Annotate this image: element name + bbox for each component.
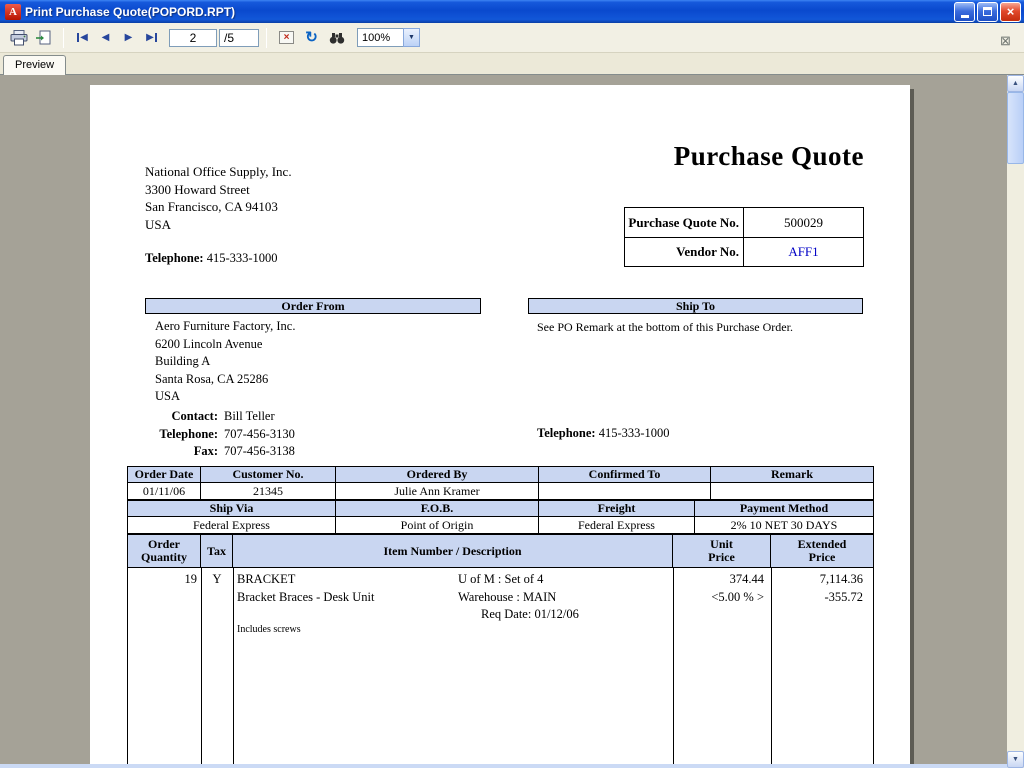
- printer-icon: [10, 30, 28, 46]
- export-button[interactable]: [31, 26, 56, 50]
- chevron-down-icon: ▼: [408, 34, 415, 41]
- item-uofm: U of M : Set of 4: [458, 572, 543, 587]
- export-icon: [35, 30, 52, 46]
- next-page-icon: ▶: [125, 33, 133, 43]
- item-req-date: Req Date: 01/12/06: [481, 607, 579, 622]
- order-from-address: Aero Furniture Factory, Inc. 6200 Lincol…: [155, 318, 295, 406]
- close-button[interactable]: ×: [1000, 2, 1021, 22]
- nav-first-button[interactable]: ◀: [71, 27, 94, 49]
- vendor-number-value: AFF1: [744, 238, 863, 266]
- quote-number-row: Purchase Quote No. 500029: [625, 208, 863, 237]
- nav-next-button[interactable]: ▶: [117, 27, 140, 49]
- quote-number-value: 500029: [744, 208, 863, 237]
- zoom-select[interactable]: 100% ▼: [357, 28, 420, 47]
- scrollbar-thumb[interactable]: [1007, 92, 1024, 164]
- vertical-scrollbar[interactable]: ▲ ▼: [1007, 75, 1024, 768]
- terms-table: Ship Via F.O.B. Freight Payment Method F…: [127, 500, 874, 534]
- vendor-phone-row: Telephone: 707-456-3130: [90, 427, 490, 445]
- search-button[interactable]: [324, 26, 349, 50]
- title-bar: A Print Purchase Quote(POPORD.RPT) ×: [0, 0, 1024, 23]
- window-title: Print Purchase Quote(POPORD.RPT): [25, 5, 952, 19]
- app-icon: A: [5, 4, 21, 20]
- print-button[interactable]: [6, 26, 31, 50]
- arrow-down-icon: ▼: [1012, 756, 1019, 763]
- nav-last-button[interactable]: ▶: [140, 27, 163, 49]
- item-warehouse: Warehouse : MAIN: [458, 590, 556, 605]
- ship-to-header: Ship To: [528, 298, 863, 314]
- tab-strip: Preview: [0, 53, 1024, 75]
- last-page-icon: [155, 33, 157, 42]
- toolbar-separator: [266, 28, 267, 48]
- item-number: BRACKET: [237, 572, 295, 587]
- toolbar-separator: [63, 28, 64, 48]
- item-tax: Y: [201, 572, 233, 587]
- items-table-body: 19 Y BRACKET U of M : Set of 4 374.44 7,…: [127, 568, 874, 768]
- company-name: National Office Supply, Inc.: [145, 163, 292, 181]
- page-number-input[interactable]: [169, 29, 217, 47]
- app-window: A Print Purchase Quote(POPORD.RPT) ×: [0, 0, 1024, 768]
- scroll-down-button[interactable]: ▼: [1007, 751, 1024, 768]
- binoculars-icon: [329, 31, 345, 45]
- contact-row: Contact: Bill Teller: [90, 409, 490, 427]
- horizontal-scrollbar[interactable]: [0, 764, 1007, 768]
- prev-page-icon: ◀: [102, 33, 110, 43]
- zoom-value: 100%: [357, 28, 403, 47]
- report-page: National Office Supply, Inc. 3300 Howard…: [90, 85, 910, 768]
- item-discount: <5.00 % >: [673, 590, 764, 605]
- first-page-icon: [77, 33, 79, 42]
- refresh-button[interactable]: ↻: [299, 26, 324, 50]
- page-title: Purchase Quote: [674, 141, 864, 172]
- item-description: Bracket Braces - Desk Unit: [237, 590, 374, 605]
- preview-area: National Office Supply, Inc. 3300 Howard…: [0, 75, 1024, 768]
- vendor-fax-row: Fax: 707-456-3138: [90, 444, 490, 462]
- ship-to-note: See PO Remark at the bottom of this Purc…: [537, 320, 793, 335]
- item-quantity: 19: [128, 572, 197, 587]
- zoom-dropdown-button[interactable]: ▼: [403, 28, 420, 47]
- arrow-up-icon: ▲: [1012, 80, 1019, 87]
- order-info-data-row: 01/11/06 21345 Julie Ann Kramer: [128, 483, 873, 499]
- close-view-icon: ⊠: [1000, 34, 1011, 47]
- item-ext-price: 7,114.36: [771, 572, 863, 587]
- item-discount-amount: -355.72: [771, 590, 863, 605]
- item-comment: Includes screws: [237, 624, 301, 635]
- item-unit-price: 374.44: [673, 572, 764, 587]
- page-total: /5: [219, 29, 259, 47]
- order-info-header-row: Order Date Customer No. Ordered By Confi…: [128, 467, 873, 483]
- toolbar: ◀ ◀ ▶ ▶ /5 × ↻: [0, 23, 1024, 53]
- close-icon: ×: [1007, 5, 1015, 18]
- company-telephone: Telephone: 415-333-1000: [145, 251, 278, 266]
- terms-header-row: Ship Via F.O.B. Freight Payment Method: [128, 501, 873, 517]
- order-from-header: Order From: [145, 298, 481, 314]
- company-address: National Office Supply, Inc. 3300 Howard…: [145, 163, 292, 233]
- order-info-table: Order Date Customer No. Ordered By Confi…: [127, 466, 874, 500]
- stop-button[interactable]: ×: [274, 26, 299, 50]
- maximize-icon: [983, 7, 992, 16]
- scroll-up-button[interactable]: ▲: [1007, 75, 1024, 92]
- quote-info-box: Purchase Quote No. 500029 Vendor No. AFF…: [624, 207, 864, 267]
- minimize-button[interactable]: [954, 2, 975, 22]
- items-table-header: Order Quantity Tax Item Number / Descrip…: [127, 534, 874, 568]
- maximize-button[interactable]: [977, 2, 998, 22]
- nav-prev-button[interactable]: ◀: [94, 27, 117, 49]
- vendor-number-row: Vendor No. AFF1: [625, 237, 863, 266]
- refresh-icon: ↻: [305, 30, 318, 45]
- tab-preview[interactable]: Preview: [3, 55, 66, 75]
- terms-data-row: Federal Express Point of Origin Federal …: [128, 517, 873, 533]
- stop-icon: ×: [279, 31, 294, 44]
- minimize-icon: [961, 15, 969, 18]
- ship-to-telephone: Telephone: 415-333-1000: [537, 426, 670, 441]
- close-view-button[interactable]: ⊠: [993, 28, 1018, 52]
